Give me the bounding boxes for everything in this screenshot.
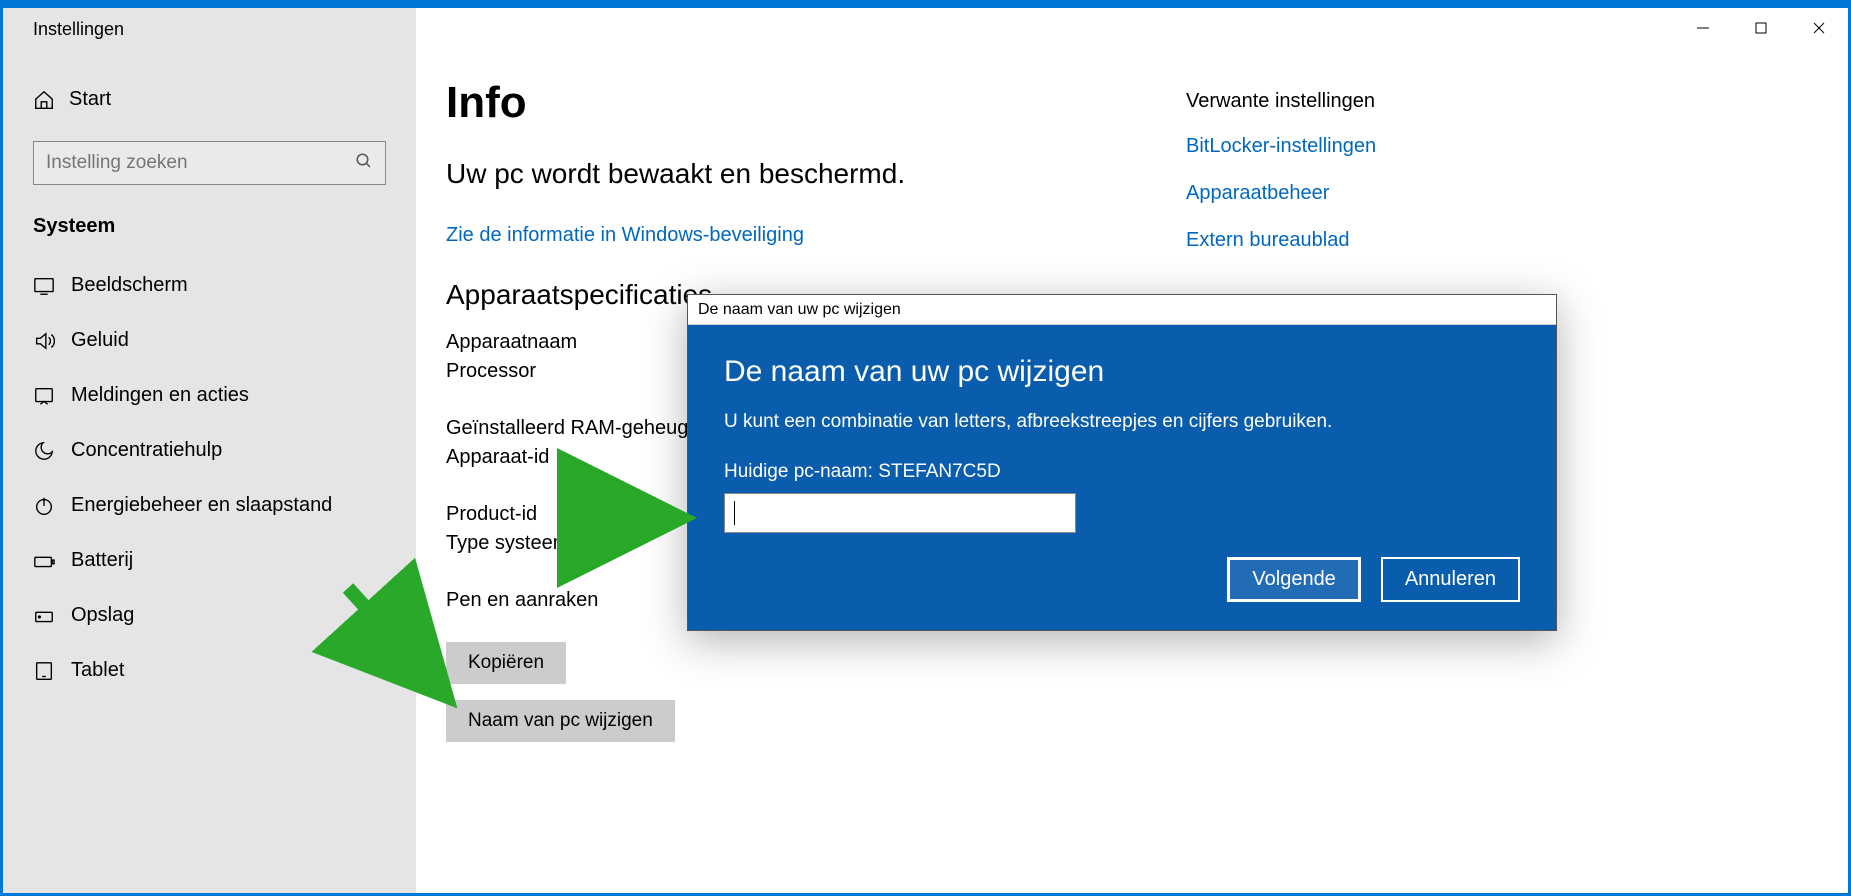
search-input[interactable]: [46, 152, 355, 174]
dialog-heading: De naam van uw pc wijzigen: [724, 355, 1520, 389]
sidebar-item-label: Tablet: [71, 659, 124, 682]
sidebar-item-focus[interactable]: Concentratiehulp: [3, 423, 416, 478]
annotation-arrow-2: [338, 578, 478, 733]
titlebar-bg-right: [416, 8, 1848, 50]
notifications-icon: [33, 385, 71, 407]
titlebar: Instellingen: [3, 8, 1848, 50]
cancel-button[interactable]: Annuleren: [1381, 557, 1520, 602]
display-icon: [33, 275, 71, 297]
sidebar-item-sound[interactable]: Geluid: [3, 313, 416, 368]
moon-icon: [33, 440, 71, 462]
security-status: Uw pc wordt bewaakt en beschermd.: [446, 158, 1186, 190]
sidebar-item-display[interactable]: Beeldscherm: [3, 258, 416, 313]
tablet-icon: [33, 660, 71, 682]
sidebar-item-label: Geluid: [71, 329, 129, 352]
page-title: Info: [446, 78, 1186, 128]
sound-icon: [33, 330, 71, 352]
home-label: Start: [69, 88, 111, 111]
sidebar-item-label: Batterij: [71, 549, 133, 572]
bitlocker-link[interactable]: BitLocker-instellingen: [1186, 135, 1566, 158]
next-button[interactable]: Volgende: [1227, 557, 1360, 602]
sidebar-item-notifications[interactable]: Meldingen en acties: [3, 368, 416, 423]
rename-pc-dialog: De naam van uw pc wijzigen De naam van u…: [687, 294, 1557, 631]
security-link[interactable]: Zie de informatie in Windows-beveiliging: [446, 224, 1186, 247]
rename-pc-button[interactable]: Naam van pc wijzigen: [446, 700, 675, 742]
sidebar-section-label: Systeem: [3, 205, 416, 258]
storage-icon: [33, 605, 71, 627]
window-title: Instellingen: [3, 19, 124, 40]
home-button[interactable]: Start: [3, 78, 416, 121]
pc-name-input[interactable]: [724, 493, 1076, 533]
annotation-arrow-1: [558, 493, 703, 548]
sidebar-item-label: Opslag: [71, 604, 134, 627]
close-button[interactable]: [1790, 8, 1848, 48]
related-heading: Verwante instellingen: [1186, 90, 1566, 113]
sidebar-item-label: Beeldscherm: [71, 274, 188, 297]
dialog-description: U kunt een combinatie van letters, afbre…: [724, 411, 1520, 433]
maximize-button[interactable]: [1732, 8, 1790, 48]
device-manager-link[interactable]: Apparaatbeheer: [1186, 182, 1566, 205]
home-icon: [33, 89, 69, 111]
window-controls: [1674, 8, 1848, 48]
search-box[interactable]: [33, 141, 386, 185]
minimize-button[interactable]: [1674, 8, 1732, 48]
current-pc-name-label: Huidige pc-naam: STEFAN7C5D: [724, 461, 1520, 483]
sidebar-item-label: Concentratiehulp: [71, 439, 222, 462]
sidebar-item-label: Energiebeheer en slaapstand: [71, 494, 332, 517]
power-icon: [33, 495, 71, 517]
battery-icon: [33, 550, 71, 572]
search-icon: [355, 152, 373, 175]
remote-desktop-link[interactable]: Extern bureaublad: [1186, 229, 1566, 252]
sidebar-item-power[interactable]: Energiebeheer en slaapstand: [3, 478, 416, 533]
dialog-titlebar-text: De naam van uw pc wijzigen: [698, 301, 901, 319]
sidebar-item-label: Meldingen en acties: [71, 384, 249, 407]
dialog-titlebar[interactable]: De naam van uw pc wijzigen: [688, 295, 1556, 325]
sidebar: Start Systeem Beeldscherm Geluid Melding…: [3, 8, 416, 893]
text-cursor: [734, 501, 735, 525]
